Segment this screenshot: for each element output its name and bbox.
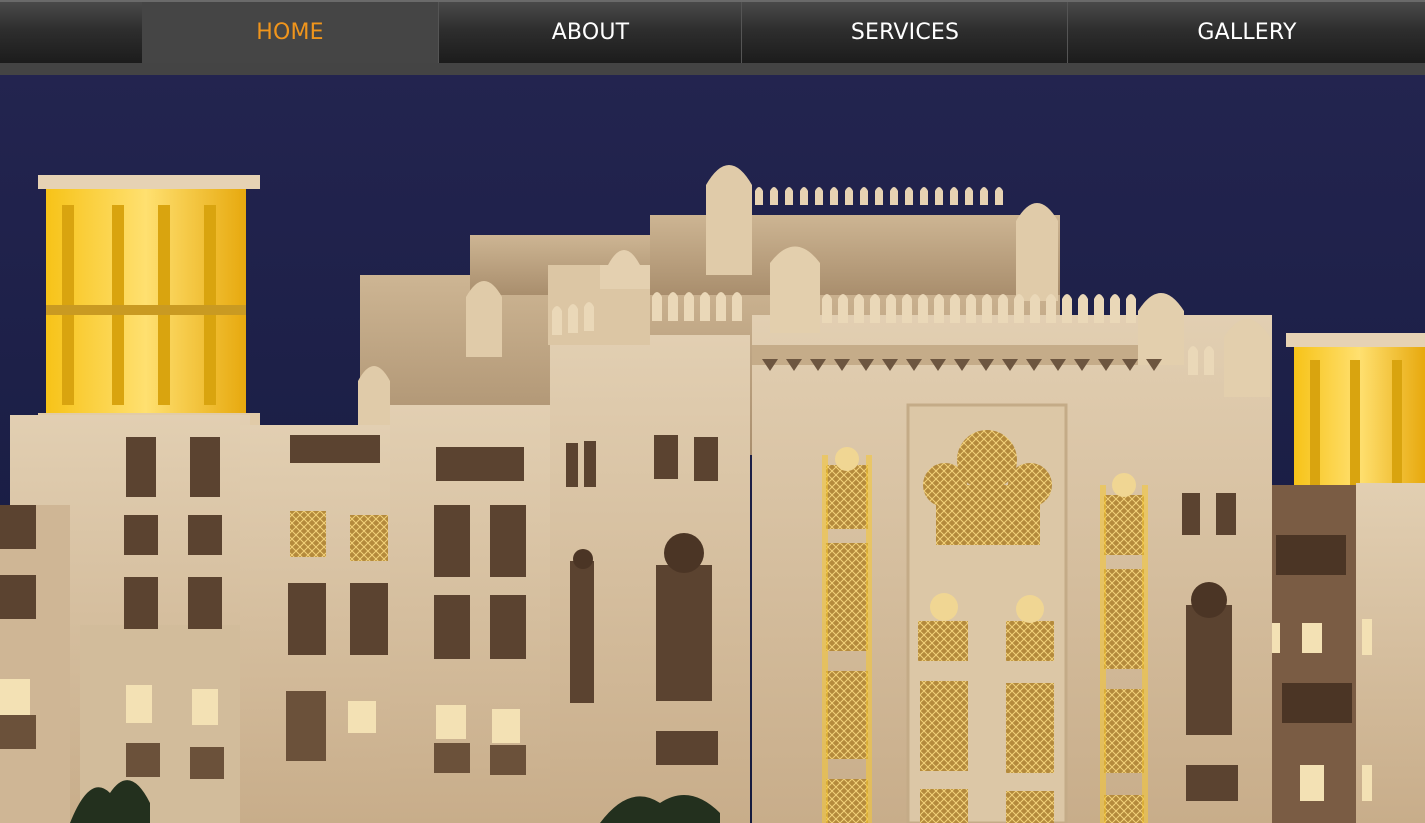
- nav-left-filler: [0, 2, 142, 63]
- palace-illustration: [0, 75, 1425, 823]
- hero-image: [0, 75, 1425, 823]
- nav-item-home-label: HOME: [256, 20, 324, 45]
- main-navigation: HOME ABOUT SERVICES GALLERY: [0, 0, 1425, 75]
- nav-item-services[interactable]: SERVICES: [741, 2, 1068, 63]
- back-merlons: [755, 187, 1003, 205]
- right-wind-tower: [1286, 333, 1425, 493]
- nav-item-services-label: SERVICES: [850, 20, 960, 45]
- left-building: [0, 405, 550, 823]
- nav-item-about[interactable]: ABOUT: [438, 2, 742, 63]
- nav-item-gallery-label: GALLERY: [1197, 20, 1297, 45]
- central-tower: [548, 250, 750, 823]
- nav-item-about-label: ABOUT: [551, 20, 630, 45]
- right-building: [1272, 483, 1425, 823]
- nav-item-gallery[interactable]: GALLERY: [1067, 2, 1425, 63]
- nav-item-home[interactable]: HOME: [142, 2, 438, 63]
- left-wind-tower: [38, 175, 260, 425]
